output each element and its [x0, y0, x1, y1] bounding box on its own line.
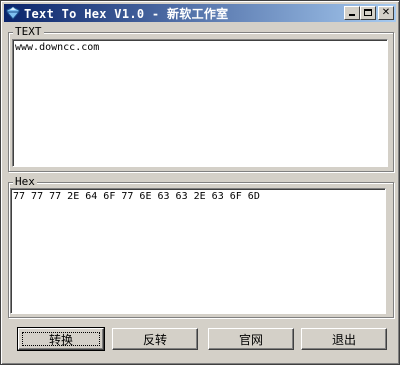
- focus-rect: [22, 332, 100, 346]
- maximize-icon: [364, 9, 372, 16]
- exit-button-label: 退出: [331, 332, 356, 347]
- app-window: Text To Hex V1.0 - 新软工作室 ✕ TEXT www.down…: [0, 0, 400, 365]
- website-button-label: 官网: [238, 332, 263, 347]
- close-icon: ✕: [381, 7, 391, 18]
- exit-button[interactable]: 退出: [301, 328, 387, 350]
- title-bar[interactable]: Text To Hex V1.0 - 新软工作室 ✕: [4, 4, 396, 22]
- website-button[interactable]: 官网: [208, 328, 294, 350]
- app-icon: [6, 6, 20, 20]
- minimize-icon: [349, 14, 355, 16]
- minimize-button[interactable]: [344, 6, 360, 20]
- maximize-button[interactable]: [360, 6, 376, 20]
- close-button[interactable]: ✕: [378, 6, 394, 20]
- hex-group-label: Hex: [13, 175, 37, 189]
- title-bar-buttons: ✕: [344, 6, 394, 20]
- convert-button[interactable]: 转换: [17, 327, 105, 351]
- hex-output[interactable]: 77 77 77 2E 64 6F 77 6E 63 63 2E 63 6F 6…: [10, 188, 386, 314]
- text-input[interactable]: www.downcc.com: [12, 39, 388, 167]
- text-group-label: TEXT: [13, 25, 44, 39]
- reverse-button[interactable]: 反转: [112, 328, 198, 350]
- window-title: Text To Hex V1.0 - 新软工作室: [24, 6, 229, 21]
- reverse-button-label: 反转: [142, 332, 167, 347]
